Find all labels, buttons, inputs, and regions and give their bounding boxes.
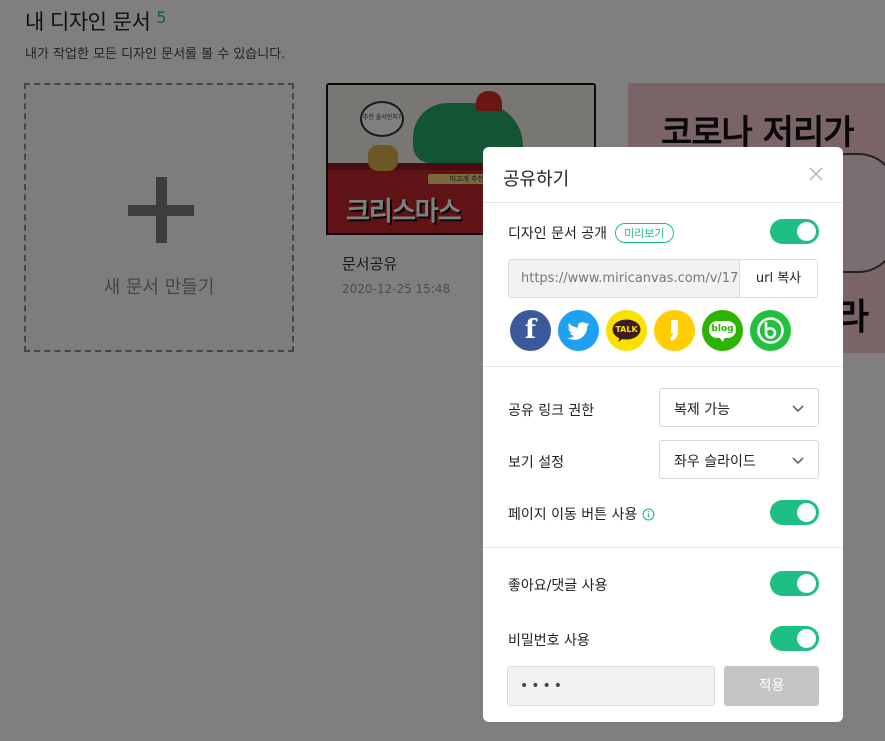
- link-permission-select[interactable]: 복제 가능: [659, 388, 819, 427]
- view-setting-select[interactable]: 좌우 슬라이드: [659, 440, 819, 479]
- link-permission-label: 공유 링크 권한: [508, 403, 595, 419]
- band-share-button[interactable]: [750, 310, 791, 351]
- twitter-share-button[interactable]: [558, 310, 599, 351]
- page-nav-label: 페이지 이동 버튼 사용: [508, 504, 655, 524]
- close-button[interactable]: [803, 161, 829, 187]
- close-icon: [809, 167, 823, 181]
- password-toggle[interactable]: [770, 626, 819, 651]
- link-permission-row: 공유 링크 권한 복제 가능: [508, 388, 819, 427]
- kakaostory-share-button[interactable]: [654, 310, 695, 351]
- likes-toggle[interactable]: [770, 571, 819, 596]
- link-permission-value: 복제 가능: [674, 402, 730, 418]
- view-setting-row: 보기 설정 좌우 슬라이드: [508, 440, 819, 479]
- likes-label: 좋아요/댓글 사용: [508, 578, 608, 594]
- view-setting-label: 보기 설정: [508, 455, 564, 471]
- naver-blog-share-button[interactable]: blog: [702, 310, 743, 351]
- kakaotalk-share-button[interactable]: TALK: [606, 310, 647, 351]
- info-icon[interactable]: [642, 508, 655, 521]
- password-label: 비밀번호 사용: [508, 633, 590, 649]
- copy-url-button[interactable]: url 복사: [739, 260, 817, 297]
- modal-header: 공유하기: [483, 147, 843, 203]
- share-url-box: url 복사: [508, 259, 818, 298]
- password-input[interactable]: ••••: [507, 666, 715, 706]
- public-label-text: 디자인 문서 공개: [508, 226, 608, 242]
- chevron-down-icon: [792, 405, 804, 413]
- public-toggle[interactable]: [770, 219, 819, 244]
- share-modal: 공유하기 디자인 문서 공개 미리보기 url 복사 f: [483, 147, 843, 722]
- apply-button[interactable]: 적용: [724, 666, 819, 706]
- naver-blog-icon: blog: [711, 324, 734, 334]
- public-setting-label: 디자인 문서 공개 미리보기: [508, 223, 674, 243]
- section-divider: [483, 366, 843, 367]
- band-icon: [757, 317, 784, 344]
- share-url-input[interactable]: [509, 260, 741, 297]
- likes-row: 좋아요/댓글 사용: [508, 571, 819, 597]
- twitter-icon: [567, 322, 590, 340]
- password-row: 비밀번호 사용: [508, 626, 819, 652]
- page-nav-row: 페이지 이동 버튼 사용: [508, 500, 819, 526]
- preview-button[interactable]: 미리보기: [615, 223, 674, 243]
- page-nav-label-text: 페이지 이동 버튼 사용: [508, 507, 638, 523]
- kakaotalk-icon: TALK: [615, 325, 638, 334]
- facebook-share-button[interactable]: f: [510, 310, 551, 351]
- view-setting-value: 좌우 슬라이드: [674, 454, 756, 470]
- facebook-icon: f: [524, 315, 537, 345]
- page-nav-toggle[interactable]: [770, 500, 819, 525]
- modal-title: 공유하기: [503, 169, 570, 190]
- kakaostory-icon: [670, 320, 678, 341]
- chevron-down-icon: [792, 457, 804, 465]
- public-setting-row: 디자인 문서 공개 미리보기: [508, 219, 819, 245]
- section-divider: [483, 547, 843, 548]
